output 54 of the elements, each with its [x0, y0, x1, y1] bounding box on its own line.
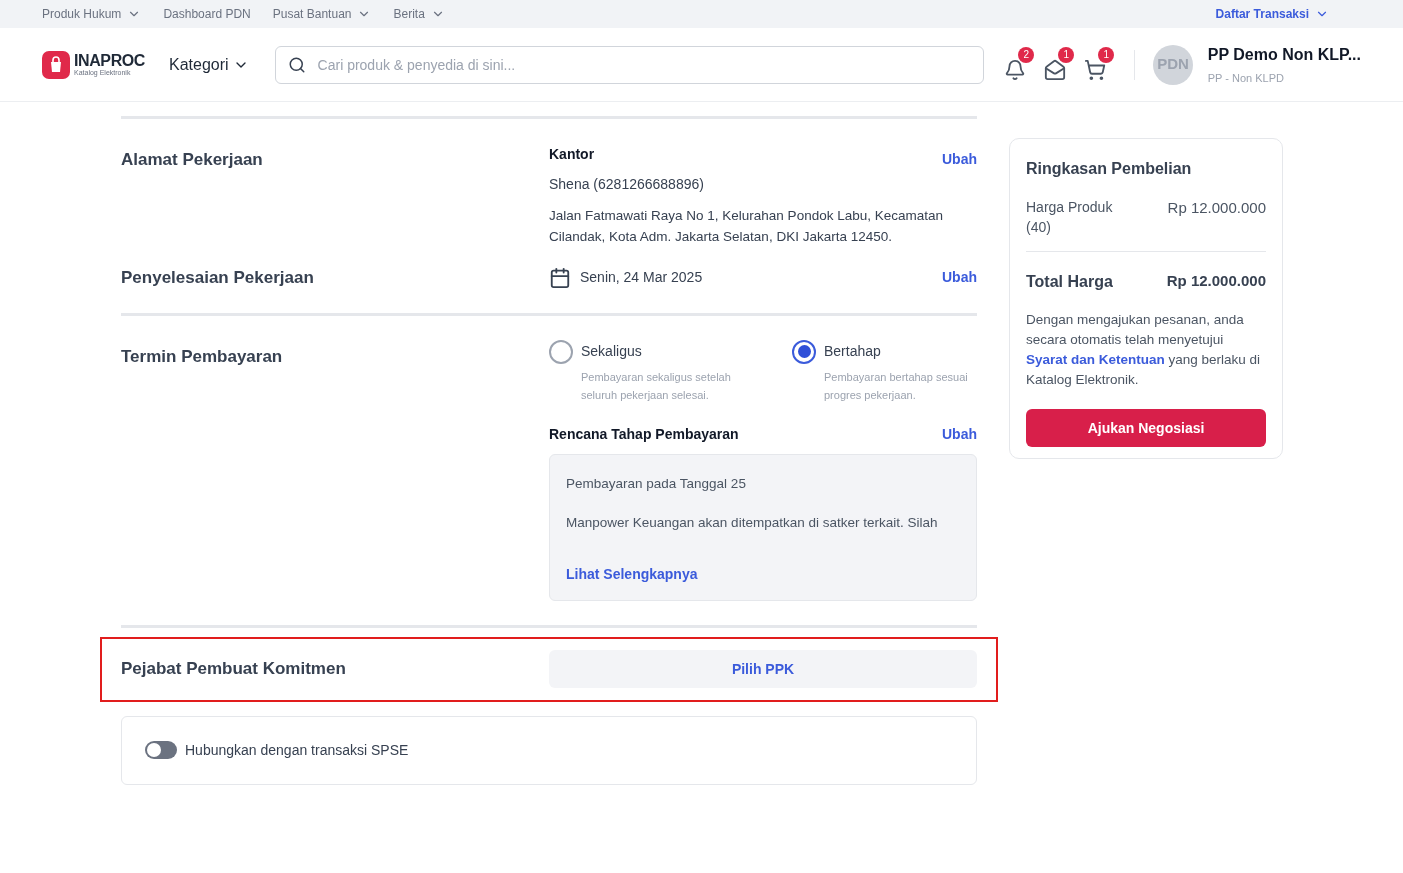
search-icon — [287, 55, 306, 74]
bell-icon — [1004, 58, 1027, 81]
submit-negotiation-button[interactable]: Ajukan Negosiasi — [1026, 409, 1266, 447]
toggle-label: Hubungkan dengan transaksi SPSE — [185, 740, 409, 760]
user-name: PP Demo Non KLP... — [1207, 44, 1361, 65]
section-title: Alamat Pekerjaan — [121, 149, 264, 171]
section-title: Pejabat Pembuat Komitmen — [121, 658, 347, 681]
cart-button[interactable]: 1 — [1084, 46, 1117, 83]
bell-button[interactable]: 2 — [1004, 46, 1037, 83]
radio-button[interactable] — [549, 339, 573, 364]
edit-link[interactable]: Ubah — [942, 139, 977, 170]
terms-text: Dengan mengajukan pesanan, anda secara otomatis telah menyetujui Syarat dan Ketentuan yang berlaku di Katalog Elektronik. — [1026, 311, 1262, 389]
address-text: Jalan Fatmawati Raya No 1, Kelurahan Pondok Labu, Kecamatan Cilandak, Kota Adm. Jakarta Selatan, DKI Jakarta 12450. — [549, 207, 944, 246]
total-value: Rp 12.000.000 — [1166, 271, 1266, 291]
toggle-switch[interactable] — [145, 741, 177, 759]
section-title: Termin Pembayaran — [121, 345, 284, 368]
address-label: Kantor — [549, 145, 595, 164]
envelope-icon — [1044, 58, 1067, 81]
plan-text: Pembayaran pada Tanggal 25 — [566, 474, 747, 493]
top-nav-link[interactable]: Dashboard PDN — [163, 5, 251, 23]
plan-text: Manpower Keuangan akan ditempatkan di satker terkait. Silah — [566, 513, 939, 532]
total-label: Total Harga — [1026, 272, 1113, 292]
top-nav-link[interactable]: Pusat Bantuan — [272, 5, 372, 23]
terms-link[interactable]: Syarat dan Ketentuan — [1026, 352, 1165, 367]
logo-wordmark: INAPROC — [74, 53, 145, 69]
see-more-link[interactable]: Lihat Selengkapnya — [566, 564, 698, 585]
user-role: PP - Non KLPD — [1207, 70, 1285, 86]
top-nav-link[interactable]: Berita — [393, 5, 445, 23]
category-dropdown[interactable]: Kategori — [169, 52, 249, 77]
calendar-icon — [549, 266, 571, 289]
count-badge: 2 — [1018, 46, 1035, 63]
radio-label: Bertahap — [824, 342, 881, 361]
shopping-bag-logo-icon — [42, 50, 70, 79]
transaction-list-link[interactable]: Daftar Transaksi — [1215, 5, 1329, 23]
price-label: Harga Produk (40) — [1026, 198, 1114, 237]
cart-icon — [1084, 58, 1107, 81]
section-title: Penyelesaian Pekerjaan — [121, 267, 315, 289]
count-badge: 1 — [1098, 46, 1115, 63]
price-value: Rp 12.000.000 — [1167, 198, 1266, 218]
summary-title: Ringkasan Pembelian — [1026, 159, 1193, 179]
plan-title: Rencana Tahap Pembayaran — [549, 424, 739, 444]
option-description: Pembayaran bertahap sesuai progres pekerjaan. — [824, 369, 969, 403]
top-nav-link[interactable]: Produk Hukum — [42, 5, 142, 23]
search-field[interactable]: Cari produk & penyedia di sini... — [274, 45, 985, 84]
envelope-button[interactable]: 1 — [1044, 46, 1077, 83]
edit-link[interactable]: Ubah — [942, 423, 977, 445]
completion-date: Senin, 24 Mar 2025 — [580, 268, 703, 288]
option-description: Pembayaran sekaligus setelah seluruh pekerjaan selesai. — [581, 369, 732, 403]
count-badge: 1 — [1058, 46, 1075, 63]
edit-link[interactable]: Ubah — [942, 267, 977, 289]
radio-label: Sekaligus — [581, 342, 642, 361]
contact-text: Shena (6281266688896) — [549, 175, 705, 194]
radio-button[interactable] — [792, 339, 816, 364]
choose-ppk-button[interactable]: Pilih PPK — [549, 650, 977, 688]
